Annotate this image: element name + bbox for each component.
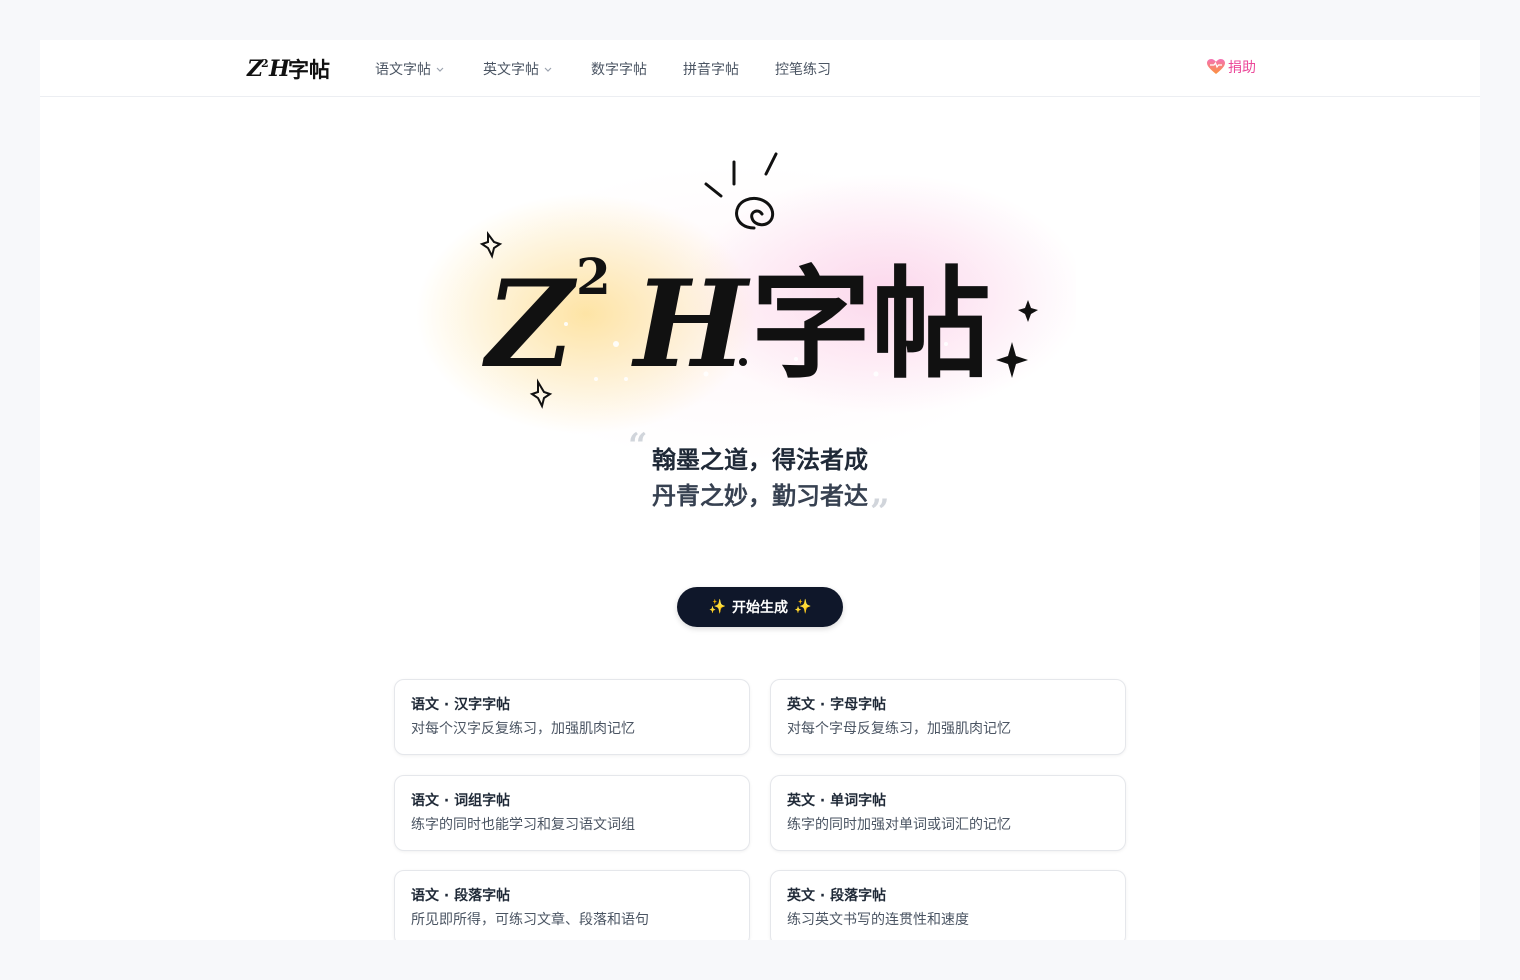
nav-item-pinyin[interactable]: 拼音字帖 <box>683 59 739 79</box>
card-desc: 对每个字母反复练习，加强肌肉记忆 <box>787 721 1011 737</box>
card-title: 英文 · 段落字帖 <box>787 888 887 904</box>
nav-item-label: 控笔练习 <box>775 62 831 78</box>
nav-item-pen-control[interactable]: 控笔练习 <box>775 59 831 79</box>
card-desc: 练习英文书写的连贯性和速度 <box>787 912 969 928</box>
sparkles-icon: ✨ <box>794 599 812 615</box>
card-chinese-phrases[interactable]: 语文 · 词组字帖 练字的同时也能学习和复习语文词组 <box>394 775 750 851</box>
nav-item-label: 数字字帖 <box>591 62 647 78</box>
card-desc: 对每个汉字反复练习，加强肌肉记忆 <box>411 721 635 737</box>
svg-text:H: H <box>631 254 751 395</box>
nav-item-english[interactable]: 英文字帖 <box>483 59 553 79</box>
close-quote-icon: ” <box>870 492 890 532</box>
card-english-paragraphs[interactable]: 英文 · 段落字帖 练习英文书写的连贯性和速度 <box>770 870 1126 940</box>
open-quote-icon: “ <box>628 426 648 466</box>
quote-line-1: 翰墨之道，得法者成 <box>652 446 868 474</box>
card-title: 语文 · 汉字字帖 <box>411 697 511 713</box>
card-desc: 所见即所得，可练习文章、段落和语句 <box>411 912 649 928</box>
card-english-letters[interactable]: 英文 · 字母字帖 对每个字母反复练习，加强肌肉记忆 <box>770 679 1126 755</box>
site-logo[interactable]: Z 2 H 字帖 <box>246 54 336 82</box>
nav-item-numbers[interactable]: 数字字帖 <box>591 59 647 79</box>
quote-line-2: 丹青之妙，勤习者达 <box>652 482 868 510</box>
nav-item-label: 英文字帖 <box>483 62 539 78</box>
nav-item-label: 拼音字帖 <box>683 62 739 78</box>
card-title: 语文 · 段落字帖 <box>411 888 511 904</box>
svg-text:2: 2 <box>261 57 269 70</box>
start-generate-label: 开始生成 <box>732 600 788 616</box>
card-chinese-paragraphs[interactable]: 语文 · 段落字帖 所见即所得，可练习文章、段落和语句 <box>394 870 750 940</box>
chevron-down-icon <box>436 67 444 72</box>
nav-item-label: 语文字帖 <box>375 62 431 78</box>
svg-text:字帖: 字帖 <box>288 58 330 82</box>
page-frame: Z 2 H 字帖 语文字帖 英文字帖 数字字帖 拼音字帖 控笔练习 捐助 Z 2… <box>40 40 1480 940</box>
donate-link[interactable]: 捐助 <box>1206 57 1256 77</box>
card-desc: 练字的同时加强对单词或词汇的记忆 <box>787 817 1011 833</box>
sparkles-icon: ✨ <box>708 599 726 615</box>
nav-item-chinese[interactable]: 语文字帖 <box>375 59 445 79</box>
card-english-words[interactable]: 英文 · 单词字帖 练字的同时加强对单词或词汇的记忆 <box>770 775 1126 851</box>
card-title: 英文 · 单词字帖 <box>787 793 887 809</box>
hero-quote: 翰墨之道，得法者成 丹青之妙，勤习者达 <box>652 442 868 514</box>
card-title: 语文 · 词组字帖 <box>411 793 511 809</box>
card-chinese-characters[interactable]: 语文 · 汉字字帖 对每个汉字反复练习，加强肌肉记忆 <box>394 679 750 755</box>
svg-text:Z: Z <box>482 254 578 395</box>
hero-calligraphy-logo: Z 2 H 字帖 <box>479 152 1038 409</box>
heart-icon <box>1207 59 1225 74</box>
chevron-down-icon <box>544 67 552 72</box>
card-desc: 练字的同时也能学习和复习语文词组 <box>411 817 635 833</box>
top-navbar: Z 2 H 字帖 语文字帖 英文字帖 数字字帖 拼音字帖 控笔练习 捐助 <box>40 40 1480 97</box>
hero-banner: Z 2 H 字帖 <box>416 144 1076 462</box>
logo-icon: Z 2 H 字帖 <box>246 56 330 82</box>
svg-text:字帖: 字帖 <box>751 256 991 395</box>
donate-label: 捐助 <box>1228 60 1256 76</box>
card-title: 英文 · 字母字帖 <box>787 697 887 713</box>
svg-text:2: 2 <box>576 247 611 306</box>
start-generate-button[interactable]: ✨ 开始生成 ✨ <box>677 587 843 627</box>
